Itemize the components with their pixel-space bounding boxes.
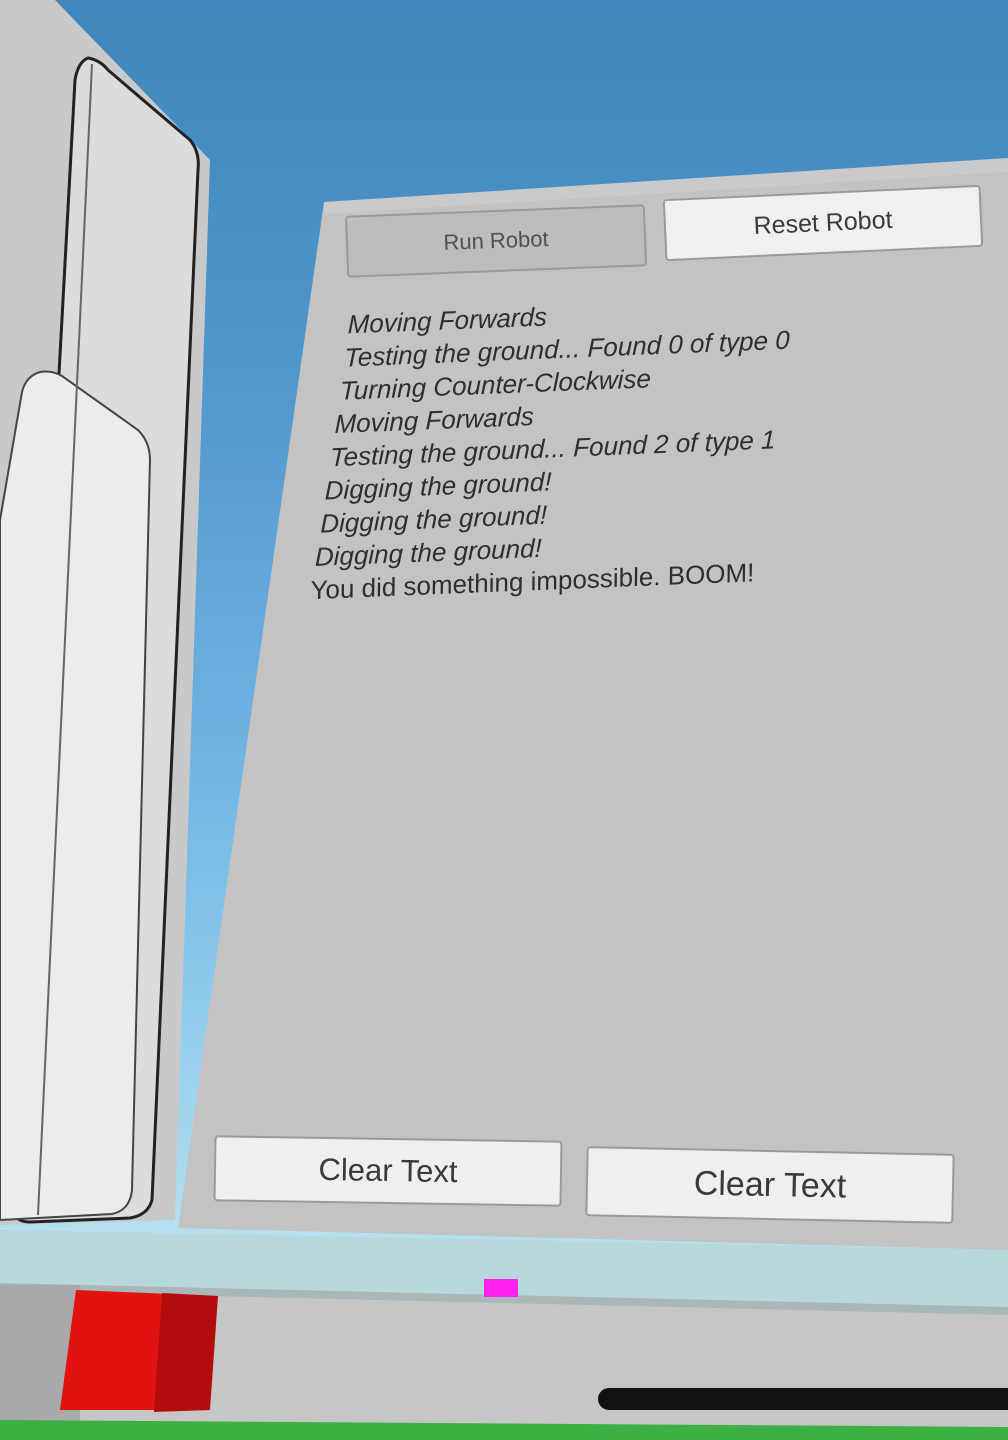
clear-text-button-2[interactable]: Clear Text [585, 1146, 955, 1224]
output-log: Moving Forwards Testing the ground... Fo… [304, 286, 907, 607]
home-indicator [598, 1388, 1008, 1410]
vr-scene: Run Robot Reset Robot Moving Forwards Te… [0, 0, 1008, 1440]
marker [484, 1279, 518, 1297]
run-robot-button[interactable]: Run Robot [344, 204, 648, 278]
red-cube[interactable] [58, 1288, 223, 1418]
clear-text-button[interactable]: Clear Text [213, 1135, 563, 1207]
robot-control-panel: Run Robot Reset Robot Moving Forwards Te… [178, 150, 1008, 1250]
